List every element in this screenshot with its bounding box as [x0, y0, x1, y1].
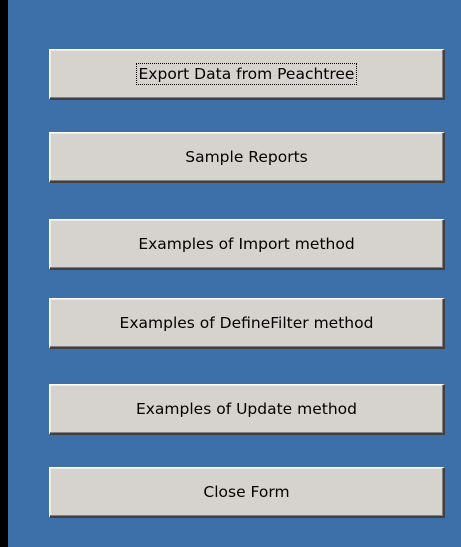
sample-reports-button[interactable]: Sample Reports	[49, 132, 445, 183]
examples-definefilter-method-button[interactable]: Examples of DefineFilter method	[49, 298, 445, 349]
examples-definefilter-method-label: Examples of DefineFilter method	[119, 314, 374, 332]
close-form-label: Close Form	[203, 483, 290, 501]
examples-update-method-label: Examples of Update method	[135, 400, 358, 418]
close-form-button[interactable]: Close Form	[49, 467, 445, 518]
examples-import-method-button[interactable]: Examples of Import method	[49, 219, 445, 270]
export-data-from-peachtree-label: Export Data from Peachtree	[135, 63, 358, 85]
examples-update-method-button[interactable]: Examples of Update method	[49, 384, 445, 435]
sample-reports-label: Sample Reports	[185, 148, 308, 166]
menu-form: Export Data from Peachtree Sample Report…	[8, 0, 461, 547]
window-edge	[0, 0, 8, 547]
examples-import-method-label: Examples of Import method	[138, 235, 355, 253]
export-data-from-peachtree-button[interactable]: Export Data from Peachtree	[49, 49, 445, 100]
